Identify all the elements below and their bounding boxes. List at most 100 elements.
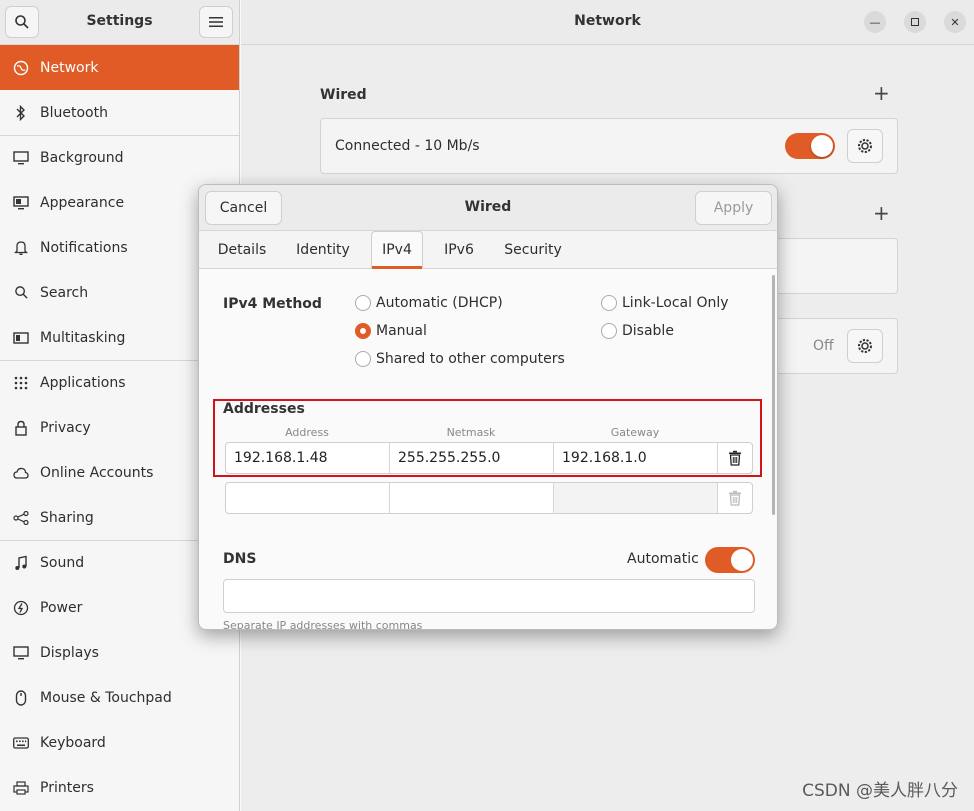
appearance-icon xyxy=(12,194,30,212)
radio-shared[interactable]: Shared to other computers xyxy=(355,351,565,367)
globe-icon xyxy=(12,59,30,77)
add-wired-button[interactable]: + xyxy=(873,81,890,105)
dns-automatic-label: Automatic xyxy=(627,551,699,567)
empty-address-row xyxy=(225,482,753,514)
sidebar-item-label: Applications xyxy=(40,375,126,391)
power-icon xyxy=(12,599,30,617)
sidebar-item-label: Power xyxy=(40,599,83,616)
tab-ipv4[interactable]: IPv4 xyxy=(371,231,423,269)
trash-icon xyxy=(729,490,741,506)
dialog-tabs: Details Identity IPv4 IPv6 Security xyxy=(199,231,777,269)
sidebar-header: Settings xyxy=(0,0,240,45)
watermark: CSDN @美人胖八分 xyxy=(802,781,958,801)
sidebar-item-displays[interactable]: Displays xyxy=(0,630,239,675)
add-vpn-button[interactable]: + xyxy=(873,201,890,225)
sidebar-item-label: Network xyxy=(40,59,99,76)
keyboard-icon xyxy=(12,734,30,752)
new-netmask-field[interactable] xyxy=(390,483,554,513)
sidebar-item-bluetooth[interactable]: Bluetooth xyxy=(0,90,239,135)
address-row: 192.168.1.48 255.255.255.0 192.168.1.0 xyxy=(225,442,753,474)
close-button[interactable]: ✕ xyxy=(944,11,966,33)
plus-icon: + xyxy=(873,81,890,105)
sidebar-item-label: Printers xyxy=(40,779,94,796)
bell-icon xyxy=(12,239,30,257)
radio-automatic-dhcp[interactable]: Automatic (DHCP) xyxy=(355,295,503,311)
wired-status: Connected - 10 Mb/s xyxy=(335,138,480,154)
dns-label: DNS xyxy=(223,551,257,567)
gear-icon xyxy=(858,339,872,353)
main-header: Network — ✕ xyxy=(241,0,974,45)
printer-icon xyxy=(12,779,30,797)
monitor-image-icon xyxy=(12,149,30,167)
radio-link-local[interactable]: Link-Local Only xyxy=(601,295,729,311)
sidebar-item-label: Search xyxy=(40,284,89,301)
dialog-header: Cancel Wired Apply xyxy=(199,185,777,231)
trash-icon xyxy=(729,450,741,466)
music-note-icon xyxy=(12,554,30,572)
close-icon: ✕ xyxy=(950,15,960,29)
scrollbar[interactable] xyxy=(772,275,775,515)
cloud-icon xyxy=(12,464,30,482)
wired-connection-card: Connected - 10 Mb/s xyxy=(320,118,898,174)
radio-manual[interactable]: Manual xyxy=(355,323,427,339)
search-icon xyxy=(15,15,29,29)
hamburger-icon xyxy=(209,17,223,27)
proxy-status: Off xyxy=(813,338,834,354)
dns-hint: Separate IP addresses with commas xyxy=(223,619,423,629)
sidebar-item-label: Sound xyxy=(40,555,85,571)
address-field[interactable]: 192.168.1.48 xyxy=(226,443,390,473)
menu-button[interactable] xyxy=(199,6,233,38)
sidebar-item-label: Mouse & Touchpad xyxy=(40,689,172,706)
search-button[interactable] xyxy=(5,6,39,38)
sidebar-item-background[interactable]: Background xyxy=(0,135,239,180)
sidebar-item-keyboard[interactable]: Keyboard xyxy=(0,720,239,765)
minimize-button[interactable]: — xyxy=(864,11,886,33)
maximize-button[interactable] xyxy=(904,11,926,33)
sidebar-item-label: Notifications xyxy=(40,239,128,256)
gateway-field[interactable]: 192.168.1.0 xyxy=(554,443,718,473)
delete-empty-row-button[interactable] xyxy=(718,483,752,513)
sidebar-item-label: Sharing xyxy=(40,509,94,526)
wired-section-title: Wired xyxy=(320,87,367,103)
sidebar-item-printers[interactable]: Printers xyxy=(0,765,239,810)
sidebar-item-label: Appearance xyxy=(40,194,125,211)
bluetooth-icon xyxy=(12,104,30,122)
column-netmask: Netmask xyxy=(446,426,496,439)
display-icon xyxy=(12,644,30,662)
mouse-icon xyxy=(12,689,30,707)
ipv4-content: IPv4 Method Automatic (DHCP) Link-Local … xyxy=(199,269,777,629)
new-address-field[interactable] xyxy=(226,483,390,513)
sidebar-item-label: Displays xyxy=(40,644,99,661)
sidebar-item-label: Online Accounts xyxy=(40,464,154,481)
column-gateway: Gateway xyxy=(610,426,660,439)
share-icon xyxy=(12,509,30,527)
ipv4-method-label: IPv4 Method xyxy=(223,296,322,312)
plus-icon: + xyxy=(873,201,890,225)
delete-address-button[interactable] xyxy=(718,443,752,473)
netmask-field[interactable]: 255.255.255.0 xyxy=(390,443,554,473)
wired-settings-button[interactable] xyxy=(847,129,883,163)
tab-identity[interactable]: Identity xyxy=(287,231,359,268)
sidebar-title: Settings xyxy=(86,13,153,29)
dns-automatic-toggle[interactable] xyxy=(705,547,755,573)
sidebar-item-network[interactable]: Network xyxy=(0,45,239,90)
tab-details[interactable]: Details xyxy=(207,231,277,268)
wired-toggle[interactable] xyxy=(785,133,835,159)
sidebar-item-label: Multitasking xyxy=(40,329,126,346)
sidebar-item-label: Privacy xyxy=(40,419,91,436)
lock-icon xyxy=(12,419,30,437)
column-address: Address xyxy=(285,426,329,439)
maximize-icon xyxy=(911,18,919,26)
wired-settings-dialog: Cancel Wired Apply Details Identity IPv4… xyxy=(198,184,778,630)
tab-security[interactable]: Security xyxy=(495,231,571,268)
tab-ipv6[interactable]: IPv6 xyxy=(433,231,485,268)
sidebar-item-label: Background xyxy=(40,150,124,166)
minimize-icon: — xyxy=(869,15,881,29)
sidebar-item-mouse-touchpad[interactable]: Mouse & Touchpad xyxy=(0,675,239,720)
radio-disable[interactable]: Disable xyxy=(601,323,674,339)
dns-input[interactable] xyxy=(223,579,755,613)
proxy-settings-button[interactable] xyxy=(847,329,883,363)
new-gateway-field[interactable] xyxy=(554,483,718,513)
search-icon xyxy=(12,284,30,302)
apply-button[interactable]: Apply xyxy=(695,191,772,225)
